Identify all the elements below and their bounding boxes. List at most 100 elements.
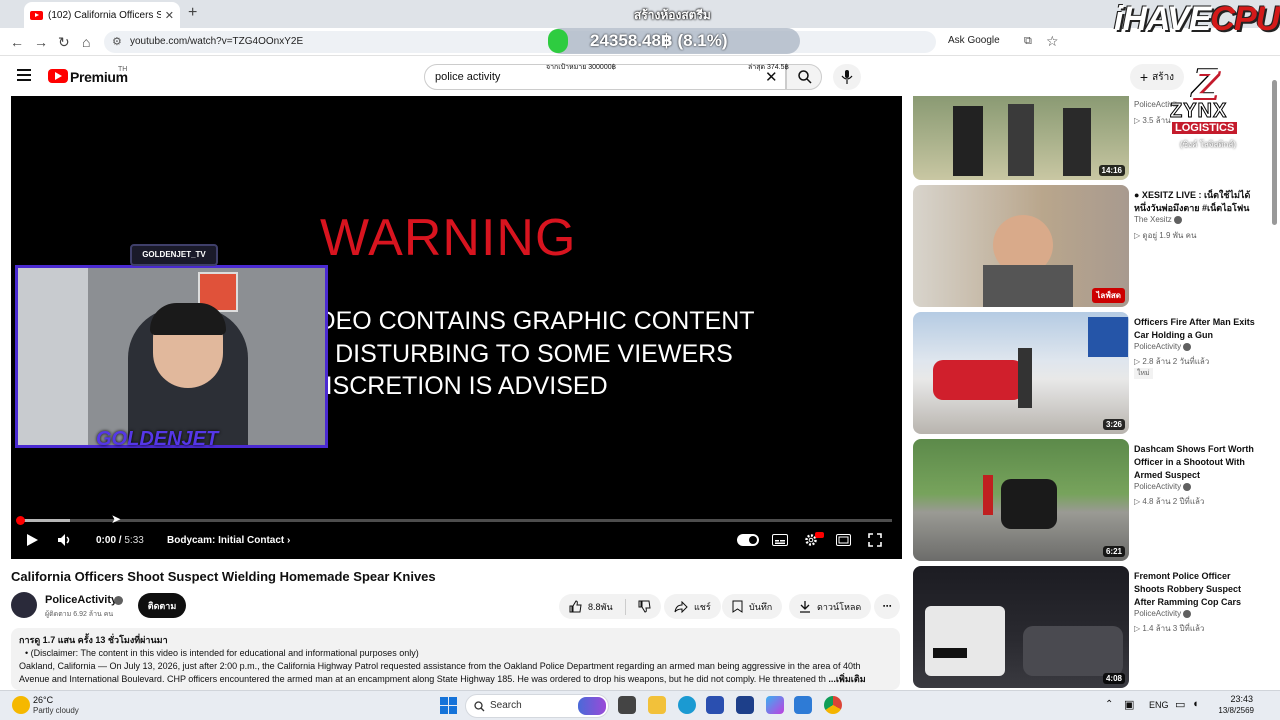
forward-icon[interactable]: → <box>34 34 48 50</box>
thumb-figure <box>1008 104 1034 176</box>
tab-title: (102) California Officers Shoot S <box>48 9 161 21</box>
sidebar-channel[interactable]: The Xesitz <box>1134 215 1182 224</box>
sidebar-title[interactable]: Dashcam Shows Fort Worth Officer in a Sh… <box>1134 443 1259 482</box>
search-button[interactable] <box>786 64 822 90</box>
download-button[interactable]: ดาวน์โหลด <box>789 594 872 619</box>
tray-overflow-icon[interactable]: ⌃ <box>1105 699 1113 710</box>
ask-google-button[interactable]: Ask Google <box>948 35 1000 46</box>
browser-tab[interactable]: (102) California Officers Shoot S ✕ <box>24 2 180 28</box>
share-button[interactable]: แชร์ <box>664 594 721 619</box>
scrollbar-thumb[interactable] <box>1272 80 1277 225</box>
store-icon[interactable] <box>736 696 754 714</box>
subtitles-icon[interactable] <box>772 534 788 546</box>
task-view-icon[interactable] <box>618 696 636 714</box>
youtube-logo-icon[interactable] <box>48 69 68 83</box>
facecam-hair <box>150 303 226 335</box>
time-display: 0:00 / 5:33 <box>96 535 144 546</box>
play-icon[interactable] <box>25 533 39 547</box>
sidebar-channel[interactable]: PoliceActivity <box>1134 609 1192 618</box>
mail-icon[interactable] <box>794 696 812 714</box>
sidebar-video-3[interactable]: 3:26 Officers Fire After Man Exits Car H… <box>913 312 1268 434</box>
thumb-figure <box>1018 348 1032 408</box>
fullscreen-icon[interactable] <box>868 533 882 547</box>
clock-date[interactable]: 13/8/2569 <box>1208 706 1254 715</box>
install-icon[interactable]: ⧉ <box>1024 35 1032 48</box>
new-tab-button[interactable]: + <box>188 4 197 22</box>
warning-heading: WARNING <box>320 209 577 267</box>
app-icon[interactable] <box>706 696 724 714</box>
site-info-icon[interactable]: ⚙ <box>112 35 122 48</box>
autoplay-toggle[interactable] <box>737 534 759 546</box>
save-button[interactable]: บันทึก <box>722 594 783 619</box>
copilot-icon[interactable] <box>766 696 784 714</box>
reload-icon[interactable]: ↻ <box>58 34 70 51</box>
taskbar-search[interactable]: Search <box>465 694 609 718</box>
channel-name[interactable]: PoliceActivity <box>45 594 117 606</box>
streamer-facecam <box>15 265 328 448</box>
sidebar-video-5[interactable]: 4:08 Fremont Police Officer Shoots Robbe… <box>913 566 1268 688</box>
warning-line-3: VIEWER DISCRETION IS ADVISED <box>320 372 608 400</box>
sidebar-thumbnail-5[interactable]: 4:08 <box>913 566 1129 688</box>
scrubber-handle[interactable] <box>16 516 25 525</box>
file-explorer-icon[interactable] <box>648 696 666 714</box>
voice-search-button[interactable] <box>833 64 861 90</box>
sidebar-thumbnail-2[interactable]: ไลฟ์สด <box>913 185 1129 307</box>
video-duration: 6:21 <box>1102 546 1125 557</box>
network-icon[interactable]: ▭ <box>1175 698 1185 711</box>
video-title: California Officers Shoot Suspect Wieldi… <box>11 569 436 584</box>
channel-avatar[interactable] <box>11 592 37 618</box>
volume-icon[interactable] <box>57 533 73 547</box>
sidebar-title[interactable]: ● XESITZ LIVE : เน็ตใช้ไม่ได้ หนึ่งวันพ่… <box>1134 189 1259 215</box>
buffered-bar <box>19 519 70 522</box>
chrome-icon[interactable] <box>824 696 842 714</box>
like-count[interactable]: 8.8พัน <box>588 600 613 614</box>
home-icon[interactable]: ⌂ <box>82 34 90 50</box>
current-time: 0:00 <box>96 535 117 546</box>
input-language[interactable]: ENG <box>1149 700 1169 710</box>
start-button[interactable] <box>440 697 457 714</box>
dislike-icon[interactable] <box>638 600 651 613</box>
sidebar-thumbnail-4[interactable]: 6:21 <box>913 439 1129 561</box>
more-dots-icon: ⋯ <box>882 601 892 611</box>
verified-icon <box>1183 482 1192 491</box>
description-box[interactable]: การดู 1.7 แสน ครั้ง 13 ชั่วโมงที่ผ่านมา … <box>11 628 900 690</box>
sidebar-thumbnail-1[interactable]: 14:16 <box>913 96 1129 180</box>
progress-bar[interactable] <box>19 519 892 522</box>
sidebar-thumbnail-3[interactable]: 3:26 <box>913 312 1129 434</box>
weather-temp[interactable]: 26°C <box>33 695 53 705</box>
sidebar-channel[interactable]: PoliceActivity <box>1134 342 1192 351</box>
total-time: 5:33 <box>124 535 144 546</box>
video-duration: 14:16 <box>1098 165 1125 176</box>
sidebar-channel-name: PoliceActivity <box>1134 609 1182 618</box>
tab-close-icon[interactable]: ✕ <box>165 9 174 22</box>
show-more-link[interactable]: ...เพิ่มเติม <box>828 674 865 684</box>
chapter-title[interactable]: Bodycam: Initial Contact › <box>167 535 290 546</box>
clock-time[interactable]: 23:43 <box>1229 694 1253 704</box>
more-actions-button[interactable]: ⋯ <box>874 594 900 619</box>
like-icon[interactable] <box>569 600 582 613</box>
speaker-icon[interactable]: ◖ <box>1192 698 1199 710</box>
theater-mode-icon[interactable] <box>836 534 851 546</box>
sidebar-channel[interactable]: PoliceActivity <box>1134 482 1192 491</box>
sidebar-video-4[interactable]: 6:21 Dashcam Shows Fort Worth Officer in… <box>913 439 1268 561</box>
subscriber-count: ผู้ติดตาม 6.92 ล้าน คน <box>45 611 114 618</box>
back-icon[interactable]: ← <box>10 34 24 50</box>
thumb-car <box>1023 626 1123 676</box>
address-bar[interactable]: ⚙ youtube.com/watch?v=TZG4OOnxY2E <box>104 31 936 53</box>
tray-app-icon[interactable]: ▣ <box>1124 698 1134 711</box>
weather-desc[interactable]: Partly cloudy <box>33 706 79 715</box>
youtube-favicon-icon <box>30 10 43 20</box>
sidebar-title[interactable]: Officers Fire After Man Exits Car Holdin… <box>1134 316 1259 342</box>
subscribe-button[interactable]: ติดตาม <box>138 593 186 618</box>
facecam-wall <box>18 268 88 445</box>
edge-icon[interactable] <box>678 696 696 714</box>
weather-icon[interactable] <box>12 696 30 714</box>
sponsor-tag: LOGISTICS <box>1172 122 1238 134</box>
sidebar-title[interactable]: Fremont Police Officer Shoots Robbery Su… <box>1134 570 1259 609</box>
sidebar-video-2[interactable]: ไลฟ์สด ● XESITZ LIVE : เน็ตใช้ไม่ได้ หนึ… <box>913 185 1268 307</box>
hd-badge <box>815 532 824 538</box>
like-dislike-group: 8.8พัน <box>559 594 661 619</box>
menu-icon[interactable] <box>17 69 31 81</box>
donation-amount: 24358.48฿ (8.1%) <box>590 31 728 50</box>
bookmark-star-icon[interactable]: ☆ <box>1046 33 1059 50</box>
